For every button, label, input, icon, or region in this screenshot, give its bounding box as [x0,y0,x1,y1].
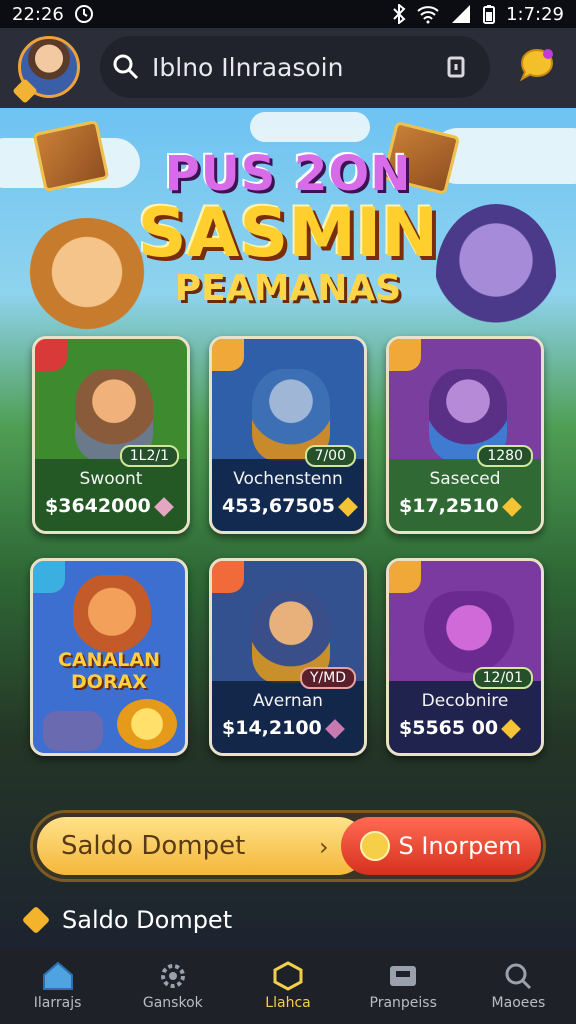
search-icon [113,54,139,80]
signal-icon [452,5,471,23]
mic-button[interactable] [436,47,476,87]
game-card[interactable]: 1280 Saseced $17,2510 [386,336,544,534]
nav-label: Ilarrajs [33,995,82,1011]
card-info-panel: 12/01 Decobnire $5565 00 [389,667,541,753]
gem-icon [338,496,358,517]
game-card[interactable]: 12/01 Decobnire $5565 00 [386,558,544,756]
card-info-panel: 1280 Saseced $17,2510 [389,445,541,531]
card-price: $3642000 [45,495,174,517]
home-icon [42,961,73,990]
bottom-nav: Ilarrajs Ganskok Llahca Pranpeiss Maoees [0,948,576,1024]
microphone-icon [447,56,465,78]
rock-decoration [43,711,103,751]
gem-icon [21,905,51,935]
cloud-decoration [250,112,370,142]
gem-icon [324,718,345,739]
nav-label: Pranpeiss [369,995,437,1011]
nav-item-center[interactable]: Llahca [230,948,345,1024]
card-title: CANALAN DORAX [58,649,160,693]
nav-label: Maoees [491,995,546,1011]
chat-bubble-icon[interactable] [518,46,556,84]
nav-item-search[interactable]: Maoees [461,948,576,1024]
nav-item-home[interactable]: Ilarrajs [0,948,115,1024]
card-price: $5565 00 [399,717,522,739]
wallet-left-label: Saldo Dompet [61,831,246,861]
bluetooth-icon [393,4,406,24]
topup-button[interactable]: S Inorpem [341,817,541,875]
card-price: $17,2510 [399,495,522,517]
card-price: 453,67505 [222,495,358,517]
card-tag-icon [389,339,421,371]
nav-item-tickets[interactable]: Pranpeiss [346,948,461,1024]
search-icon [505,963,532,990]
coin-icon [117,699,177,749]
card-name: Saseced [429,469,501,489]
game-card[interactable]: 1L2/1 Swoont $3642000 [32,336,190,534]
card-info-panel: 7/00 Vochenstenn 453,67505 [212,445,364,531]
search-input[interactable]: Iblno Ilnraasoin [152,53,436,82]
game-card[interactable]: CANALAN DORAX [30,558,188,756]
status-time-left: 22:26 [12,3,64,25]
card-tag-icon [35,339,67,371]
card-tag-icon [389,561,421,593]
card-name: Decobnire [421,691,509,711]
card-tag-icon [212,561,244,593]
card-tag-icon [212,339,244,371]
gem-icon [153,496,174,517]
status-time-right: 1:7:29 [506,3,564,25]
right-hero-character [436,204,556,344]
battery-icon [483,5,496,24]
card-badge: Y/MD [299,667,356,689]
wallet-bar: Saldo Dompet › S Inorpem [30,810,546,882]
nav-label: Llahca [265,995,311,1011]
wifi-icon [417,6,439,24]
topup-label: S Inorpem [398,832,522,860]
card-badge: 1L2/1 [119,445,179,467]
saldo-row: Saldo Dompet [21,905,233,935]
card-badge: 1280 [477,445,533,467]
card-tag-icon [33,561,65,593]
left-hero-character [24,218,150,338]
card-info-panel: Y/MD Avernan $14,2100 [212,667,364,753]
card-name: Avernan [253,691,323,711]
game-card[interactable]: 7/00 Vochenstenn 453,67505 [209,336,367,534]
card-name: Swoont [79,469,143,489]
gem-icon [501,718,522,739]
status-bar: 22:26 1:7:29 [0,0,576,28]
card-price: $14,2100 [222,717,345,739]
card-name: Vochenstenn [233,469,343,489]
card-info-panel: 1L2/1 Swoont $3642000 [35,445,187,531]
gem-icon [501,496,522,517]
nav-label: Ganskok [142,995,203,1011]
search-bar[interactable]: Iblno Ilnraasoin [100,36,490,98]
card-badge: 7/00 [304,445,356,467]
gear-icon [160,964,185,988]
top-bar: Iblno Ilnraasoin [0,28,576,108]
wallet-balance-button[interactable]: Saldo Dompet [37,817,367,875]
nav-item-games[interactable]: Ganskok [115,948,230,1024]
chevron-right-icon: › [319,833,329,861]
game-card[interactable]: Y/MD Avernan $14,2100 [209,558,367,756]
hexagon-icon [273,961,303,991]
ticket-icon [390,966,417,986]
coin-icon [360,831,391,861]
saldo-label: Saldo Dompet [62,906,233,934]
card-badge: 12/01 [472,667,533,689]
alarm-icon [74,5,93,23]
